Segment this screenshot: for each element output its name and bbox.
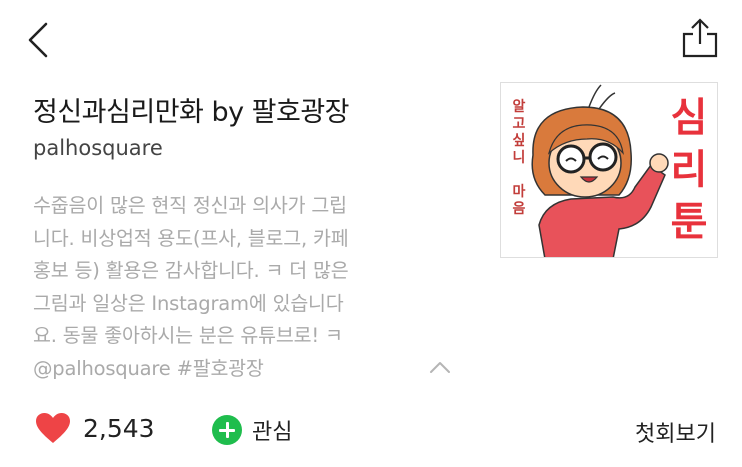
series-author[interactable]: palhosquare	[33, 136, 163, 160]
thumbnail-side-char: 고	[513, 116, 526, 132]
back-button[interactable]	[22, 20, 58, 60]
series-thumbnail: 알고싶니마음 심리툰	[500, 82, 718, 258]
share-button[interactable]	[680, 16, 720, 60]
series-title: 정신과심리만화 by 팔호광장	[33, 97, 350, 128]
follow-button[interactable]: 관심	[212, 414, 292, 446]
thumbnail-big-char: 심	[671, 95, 708, 141]
heart-icon	[36, 413, 70, 443]
thumbnail-side-char: 니	[513, 150, 526, 166]
thumbnail-side-char: 알	[513, 99, 526, 115]
thumbnail-side-char: 싶	[513, 133, 526, 149]
share-icon	[682, 18, 718, 58]
first-episode-button[interactable]: 첫회보기	[635, 416, 716, 448]
like-button[interactable]: 2,543	[35, 412, 155, 444]
thumbnail-side-char: 음	[513, 201, 526, 217]
thumbnail-side-char: 마	[513, 184, 526, 200]
chevron-up-icon	[430, 362, 450, 373]
plus-circle-icon	[212, 415, 242, 445]
thumbnail-big-char: 툰	[671, 199, 708, 245]
series-description: 수줍음이 많은 현직 정신과 의사가 그립 니다. 비상업적 용도(프사, 블로…	[33, 194, 349, 380]
thumbnail-big-char: 리	[671, 147, 708, 193]
like-count: 2,543	[83, 413, 155, 443]
chevron-left-icon	[28, 22, 48, 58]
follow-label: 관심	[252, 420, 293, 445]
collapse-description-button[interactable]	[426, 358, 454, 378]
